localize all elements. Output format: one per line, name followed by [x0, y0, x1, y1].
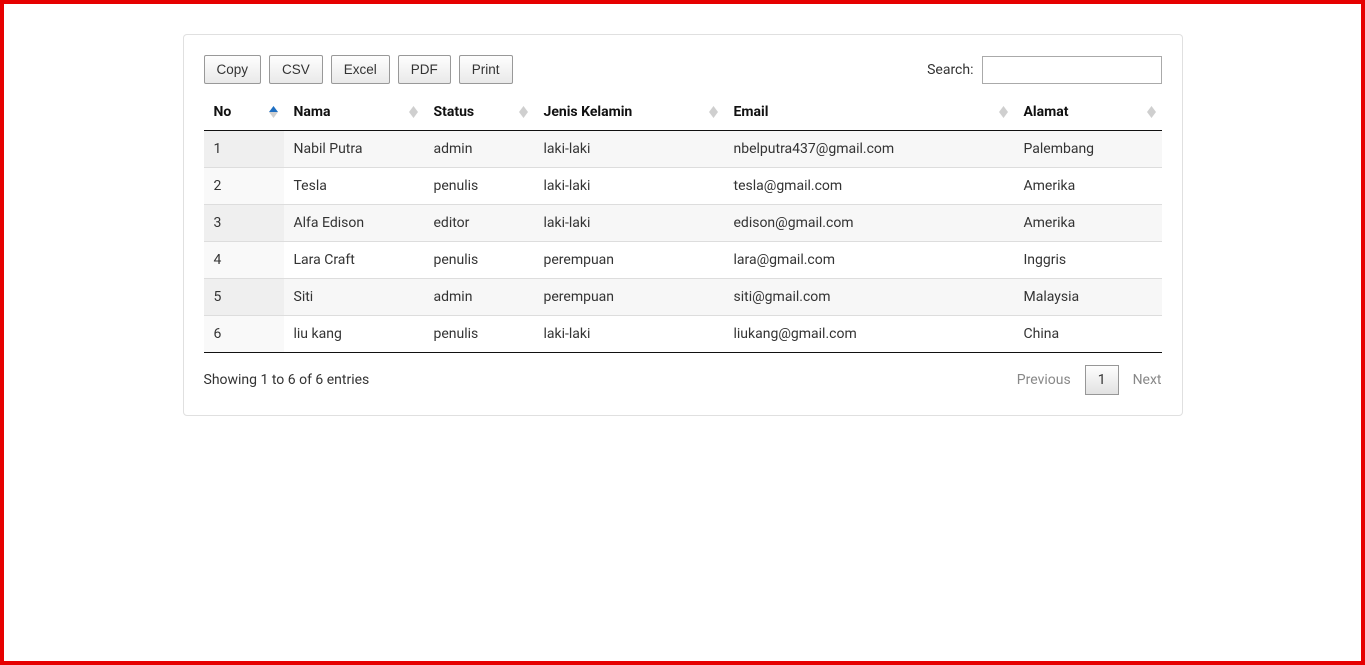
cell-no: 2 [204, 168, 284, 205]
table-row: 5 Siti admin perempuan siti@gmail.com Ma… [204, 279, 1162, 316]
cell-nama: Siti [284, 279, 424, 316]
cell-alamat: China [1014, 316, 1162, 353]
toolbar: Copy CSV Excel PDF Print Search: [204, 55, 1162, 84]
cell-nama: Nabil Putra [284, 131, 424, 168]
search-label: Search: [927, 62, 973, 78]
table-row: 1 Nabil Putra admin laki-laki nbelputra4… [204, 131, 1162, 168]
cell-email: siti@gmail.com [724, 279, 1014, 316]
cell-status: admin [424, 131, 534, 168]
column-label: Alamat [1024, 104, 1069, 120]
pagination-next[interactable]: Next [1133, 372, 1162, 388]
pdf-button[interactable]: PDF [398, 55, 451, 84]
cell-no: 5 [204, 279, 284, 316]
search-input[interactable] [982, 56, 1162, 84]
table-body: 1 Nabil Putra admin laki-laki nbelputra4… [204, 131, 1162, 353]
pagination: Previous 1 Next [1017, 365, 1162, 395]
table-row: 6 liu kang penulis laki-laki liukang@gma… [204, 316, 1162, 353]
sort-icon [409, 106, 418, 118]
sort-icon [999, 106, 1008, 118]
cell-email: edison@gmail.com [724, 205, 1014, 242]
column-label: No [214, 104, 232, 120]
cell-status: penulis [424, 168, 534, 205]
cell-jenis-kelamin: perempuan [534, 279, 724, 316]
cell-no: 6 [204, 316, 284, 353]
cell-email: nbelputra437@gmail.com [724, 131, 1014, 168]
entries-info: Showing 1 to 6 of 6 entries [204, 372, 370, 388]
table-row: 4 Lara Craft penulis perempuan lara@gmai… [204, 242, 1162, 279]
sort-icon [709, 106, 718, 118]
cell-alamat: Palembang [1014, 131, 1162, 168]
cell-nama: liu kang [284, 316, 424, 353]
cell-email: liukang@gmail.com [724, 316, 1014, 353]
column-header-nama[interactable]: Nama [284, 94, 424, 131]
column-header-email[interactable]: Email [724, 94, 1014, 131]
table-row: 2 Tesla penulis laki-laki tesla@gmail.co… [204, 168, 1162, 205]
cell-alamat: Amerika [1014, 205, 1162, 242]
cell-email: tesla@gmail.com [724, 168, 1014, 205]
cell-no: 3 [204, 205, 284, 242]
cell-jenis-kelamin: laki-laki [534, 131, 724, 168]
print-button[interactable]: Print [459, 55, 513, 84]
data-table: No Nama Status [204, 94, 1162, 353]
sort-icon [1147, 106, 1156, 118]
outer-frame: Copy CSV Excel PDF Print Search: No [0, 0, 1365, 665]
column-label: Nama [294, 104, 331, 120]
sort-icon [269, 106, 278, 118]
excel-button[interactable]: Excel [331, 55, 390, 84]
cell-alamat: Inggris [1014, 242, 1162, 279]
cell-jenis-kelamin: laki-laki [534, 316, 724, 353]
pagination-previous[interactable]: Previous [1017, 372, 1071, 388]
copy-button[interactable]: Copy [204, 55, 262, 84]
column-header-no[interactable]: No [204, 94, 284, 131]
cell-no: 1 [204, 131, 284, 168]
pagination-page-1[interactable]: 1 [1085, 365, 1119, 395]
cell-nama: Lara Craft [284, 242, 424, 279]
cell-status: penulis [424, 316, 534, 353]
sort-icon [519, 106, 528, 118]
cell-status: editor [424, 205, 534, 242]
column-label: Status [434, 104, 475, 120]
column-header-jenis-kelamin[interactable]: Jenis Kelamin [534, 94, 724, 131]
table-row: 3 Alfa Edison editor laki-laki edison@gm… [204, 205, 1162, 242]
cell-jenis-kelamin: laki-laki [534, 168, 724, 205]
cell-jenis-kelamin: laki-laki [534, 205, 724, 242]
cell-nama: Alfa Edison [284, 205, 424, 242]
cell-status: penulis [424, 242, 534, 279]
export-buttons-group: Copy CSV Excel PDF Print [204, 55, 513, 84]
column-label: Email [734, 104, 769, 120]
cell-nama: Tesla [284, 168, 424, 205]
column-header-status[interactable]: Status [424, 94, 534, 131]
cell-jenis-kelamin: perempuan [534, 242, 724, 279]
cell-alamat: Malaysia [1014, 279, 1162, 316]
cell-no: 4 [204, 242, 284, 279]
column-header-alamat[interactable]: Alamat [1014, 94, 1162, 131]
column-label: Jenis Kelamin [544, 104, 633, 120]
csv-button[interactable]: CSV [269, 55, 323, 84]
search-group: Search: [927, 56, 1161, 84]
cell-email: lara@gmail.com [724, 242, 1014, 279]
data-table-card: Copy CSV Excel PDF Print Search: No [183, 34, 1183, 416]
table-header-row: No Nama Status [204, 94, 1162, 131]
cell-status: admin [424, 279, 534, 316]
table-footer: Showing 1 to 6 of 6 entries Previous 1 N… [204, 365, 1162, 395]
cell-alamat: Amerika [1014, 168, 1162, 205]
